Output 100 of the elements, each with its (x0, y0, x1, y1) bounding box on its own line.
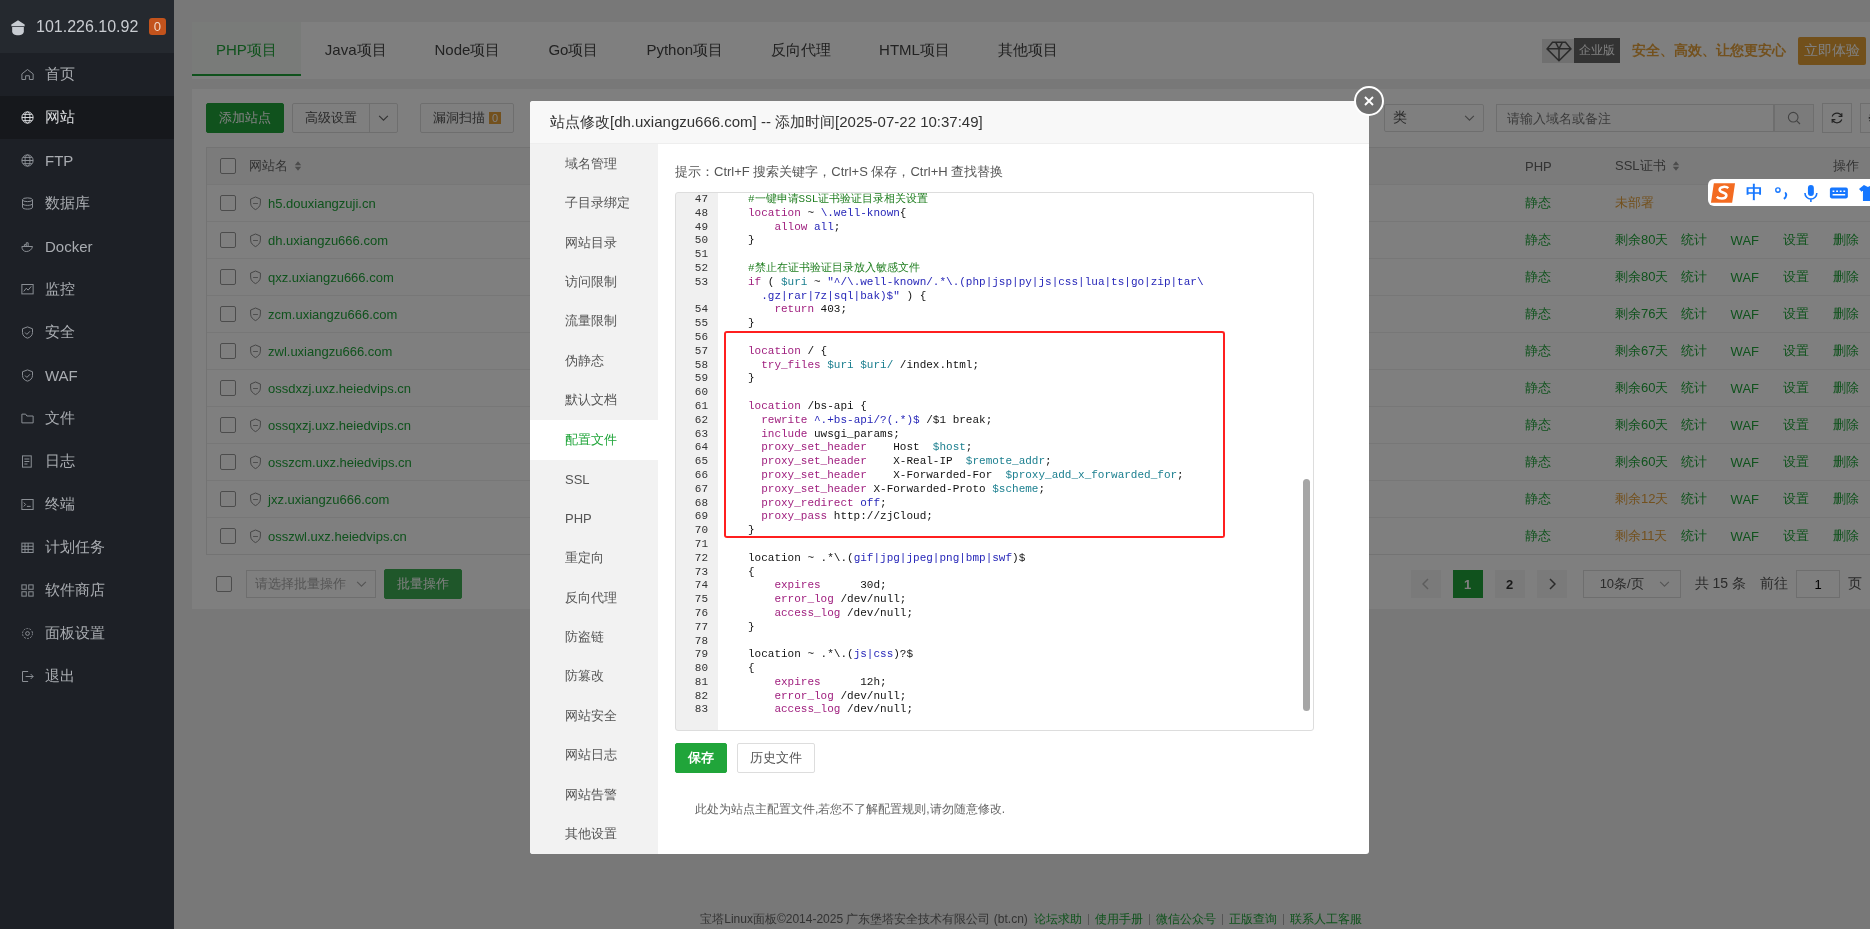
advanced-settings-dropdown[interactable]: 高级设置 (292, 103, 398, 133)
action-link[interactable]: WAF (1730, 491, 1759, 507)
checkbox[interactable] (220, 417, 236, 433)
site-name-link[interactable]: jxz.uxiangzu666.com (268, 491, 390, 507)
checkbox[interactable] (220, 195, 236, 211)
php-version-link[interactable]: 静态 (1525, 453, 1551, 471)
site-name-link[interactable]: ossqxzj.uxz.heiedvips.cn (268, 417, 412, 433)
checkbox[interactable] (220, 380, 236, 396)
ssl-status-link[interactable]: 未部署 (1615, 194, 1654, 212)
checkbox[interactable] (220, 454, 236, 470)
checkbox[interactable] (220, 343, 236, 359)
footer-link[interactable]: 联系人工客服 (1289, 910, 1362, 928)
tab[interactable]: Node项目 (410, 22, 525, 79)
search-button[interactable] (1774, 104, 1814, 132)
site-name-link[interactable]: osszcm.uxz.heiedvips.cn (268, 454, 412, 470)
menu-item[interactable]: 网站安全 (530, 696, 658, 736)
tab[interactable]: Go项目 (524, 22, 623, 79)
scrollbar[interactable] (1303, 479, 1310, 711)
sidebar-item[interactable]: 安全 (0, 311, 174, 354)
action-link[interactable]: 统计 (1680, 268, 1707, 286)
site-name-link[interactable]: zwl.uxiangzu666.com (268, 343, 393, 359)
ssl-status-link[interactable]: 剩余67天 (1615, 342, 1669, 360)
sidebar-item[interactable]: FTP (0, 139, 174, 182)
action-link[interactable]: 设置 (1783, 305, 1809, 323)
action-link[interactable]: 统计 (1680, 527, 1707, 545)
action-link[interactable]: 删除 (1833, 268, 1859, 286)
input-mode-label[interactable]: 中 (1745, 181, 1763, 204)
close-button[interactable] (1354, 86, 1384, 116)
php-version-link[interactable]: 静态 (1525, 268, 1551, 286)
tab[interactable]: Python项目 (622, 22, 748, 79)
site-name-link[interactable]: h5.douxiangzuji.cn (268, 195, 376, 211)
action-link[interactable]: WAF (1730, 306, 1759, 322)
action-link[interactable]: 删除 (1833, 416, 1859, 434)
menu-item[interactable]: 重定向 (530, 538, 658, 578)
sidebar-item[interactable]: 面板设置 (0, 612, 174, 655)
add-site-button[interactable]: 添加站点 (206, 103, 284, 133)
footer-link[interactable]: 使用手册 (1094, 910, 1143, 928)
action-link[interactable]: 设置 (1783, 231, 1809, 249)
action-link[interactable]: 设置 (1783, 379, 1809, 397)
action-link[interactable]: 统计 (1680, 231, 1707, 249)
ssl-status-link[interactable]: 剩余60天 (1615, 416, 1669, 434)
checkbox[interactable] (220, 528, 236, 544)
action-link[interactable]: 删除 (1833, 453, 1859, 471)
sidebar-item[interactable]: 首页 (0, 53, 174, 96)
action-link[interactable]: 设置 (1783, 527, 1809, 545)
next-page-button[interactable] (1536, 570, 1567, 598)
batch-button[interactable]: 批量操作 (384, 569, 462, 599)
sidebar-item[interactable]: 日志 (0, 440, 174, 483)
search-field[interactable]: 请输入域名或备注 (1496, 104, 1774, 132)
action-link[interactable]: WAF (1730, 232, 1759, 248)
menu-item[interactable]: 子目录绑定 (530, 183, 658, 223)
php-version-link[interactable]: 静态 (1525, 527, 1551, 545)
page-size-select[interactable]: 10条/页 (1582, 570, 1681, 598)
site-name-link[interactable]: osszwl.uxz.heiedvips.cn (268, 528, 407, 544)
ssl-status-link[interactable]: 剩余80天 (1615, 268, 1669, 286)
action-link[interactable]: 设置 (1783, 490, 1809, 508)
site-name-link[interactable]: qxz.uxiangzu666.com (268, 269, 394, 285)
action-link[interactable]: 统计 (1680, 416, 1707, 434)
action-link[interactable]: WAF (1730, 269, 1759, 285)
menu-item[interactable]: 其他设置 (530, 814, 658, 854)
action-link[interactable]: 设置 (1783, 342, 1809, 360)
previous-page-button[interactable] (1410, 570, 1441, 598)
menu-item[interactable]: 访问限制 (530, 262, 658, 302)
site-name-link[interactable]: dh.uxiangzu666.com (268, 232, 388, 248)
sidebar-item[interactable]: 数据库 (0, 182, 174, 225)
action-link[interactable]: 统计 (1680, 305, 1707, 323)
menu-item[interactable]: 防篡改 (530, 656, 658, 697)
tab[interactable]: 其他项目 (973, 22, 1082, 79)
action-link[interactable]: WAF (1730, 454, 1759, 470)
footer-link[interactable]: 论坛求助 (1033, 910, 1082, 928)
ssl-status-link[interactable]: 剩余76天 (1615, 305, 1669, 323)
php-version-link[interactable]: 静态 (1525, 379, 1551, 397)
category-dropdown[interactable]: 类 (1384, 104, 1484, 132)
ssl-status-link[interactable]: 剩余60天 (1615, 453, 1669, 471)
checkbox[interactable] (220, 158, 236, 174)
menu-item[interactable]: 网站日志 (530, 735, 658, 775)
php-version-link[interactable]: 静态 (1525, 342, 1551, 360)
action-link[interactable]: 删除 (1833, 490, 1859, 508)
site-name-link[interactable]: zcm.uxiangzu666.com (268, 306, 398, 322)
sidebar-item[interactable]: 软件商店 (0, 569, 174, 612)
sidebar-item[interactable]: WAF (0, 354, 174, 397)
menu-item[interactable]: 网站目录 (530, 222, 658, 263)
footer-link[interactable]: 正版查询 (1228, 910, 1277, 928)
checkbox[interactable] (220, 232, 236, 248)
footer-link[interactable]: 微信公众号 (1155, 910, 1216, 928)
trial-button[interactable]: 立即体验 (1798, 36, 1866, 65)
ssl-status-link[interactable]: 剩余12天 (1615, 490, 1669, 508)
php-version-link[interactable]: 静态 (1525, 305, 1551, 323)
action-link[interactable]: 统计 (1680, 379, 1707, 397)
menu-item[interactable]: 反向代理 (530, 577, 658, 618)
action-link[interactable]: 统计 (1680, 342, 1707, 360)
code-editor[interactable] (675, 192, 1314, 731)
sidebar-item[interactable]: 网站 (0, 96, 174, 139)
menu-item[interactable]: 防盗链 (530, 617, 658, 657)
page-button[interactable]: 2 (1494, 570, 1525, 598)
php-version-link[interactable]: 静态 (1525, 194, 1551, 212)
refresh-button[interactable] (1822, 103, 1852, 133)
sidebar-item[interactable]: 计划任务 (0, 526, 174, 569)
php-version-link[interactable]: 静态 (1525, 231, 1551, 249)
menu-item[interactable]: 网站告警 (530, 775, 658, 815)
